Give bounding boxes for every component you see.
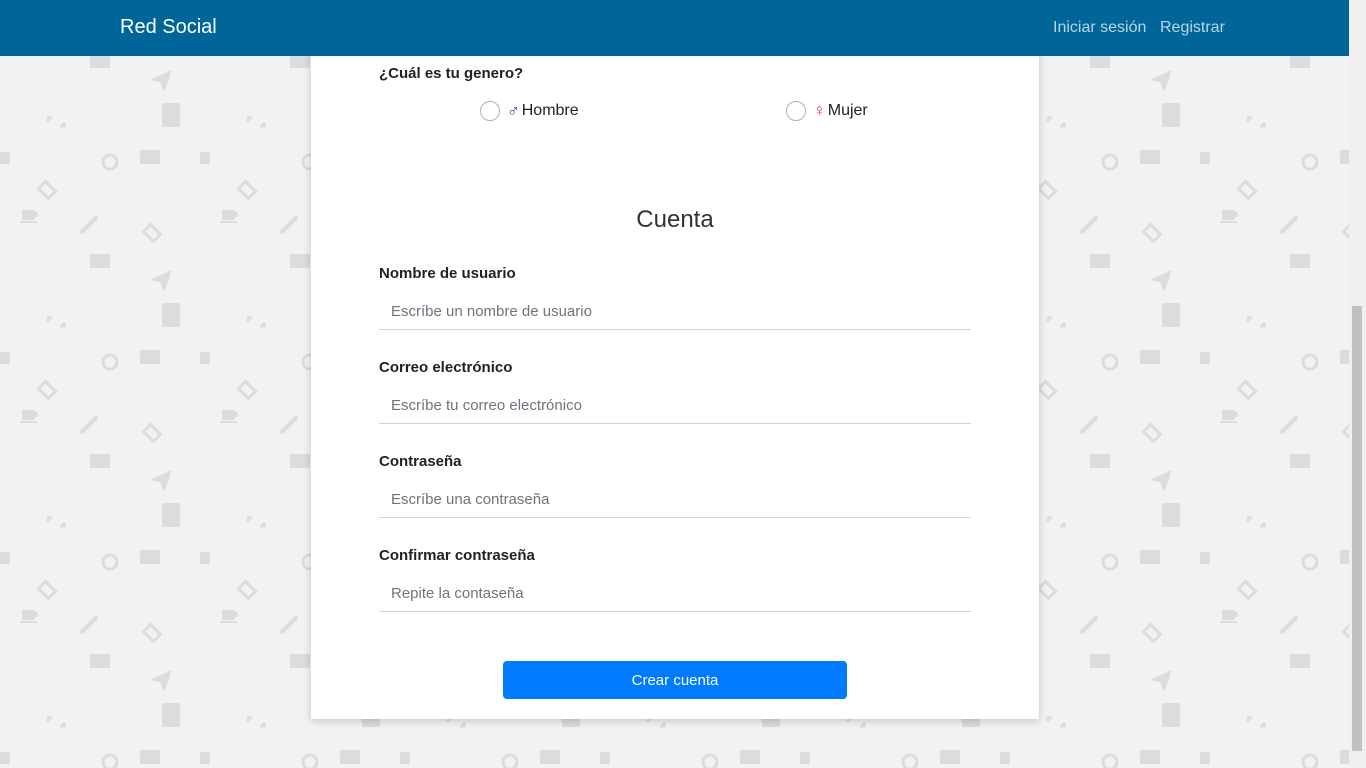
confirm-password-label: Confirmar contraseña <box>379 547 535 564</box>
registration-card: ¿Cuál es tu genero? ♂ Hombre ♀ Mujer Cue… <box>311 0 1039 719</box>
male-label: Hombre <box>521 102 579 119</box>
username-label: Nombre de usuario <box>379 265 516 282</box>
password-label: Contraseña <box>379 453 462 470</box>
male-radio[interactable] <box>480 101 500 121</box>
username-input[interactable] <box>379 294 971 330</box>
email-label: Correo electrónico <box>379 359 513 376</box>
female-label: Mujer <box>827 102 868 119</box>
top-navbar: Red Social Iniciar sesión Registrar <box>0 0 1349 56</box>
account-section-title: Cuenta <box>636 206 714 233</box>
gender-option-female[interactable]: ♀ Mujer <box>786 99 868 123</box>
confirm-password-input[interactable] <box>379 576 971 612</box>
password-input[interactable] <box>379 482 971 518</box>
female-radio[interactable] <box>786 101 806 121</box>
register-link[interactable]: Registrar <box>1160 19 1225 37</box>
female-symbol-icon: ♀ <box>813 101 826 120</box>
create-account-button[interactable]: Crear cuenta <box>503 661 847 699</box>
scrollbar-thumb[interactable] <box>1352 306 1362 751</box>
gender-option-male[interactable]: ♂ Hombre <box>480 99 579 123</box>
email-input[interactable] <box>379 388 971 424</box>
login-link[interactable]: Iniciar sesión <box>1053 19 1146 37</box>
brand-logo[interactable]: Red Social <box>120 16 217 39</box>
male-symbol-icon: ♂ <box>507 101 520 120</box>
vertical-scrollbar[interactable] <box>1349 0 1366 768</box>
gender-question: ¿Cuál es tu genero? <box>379 65 524 82</box>
